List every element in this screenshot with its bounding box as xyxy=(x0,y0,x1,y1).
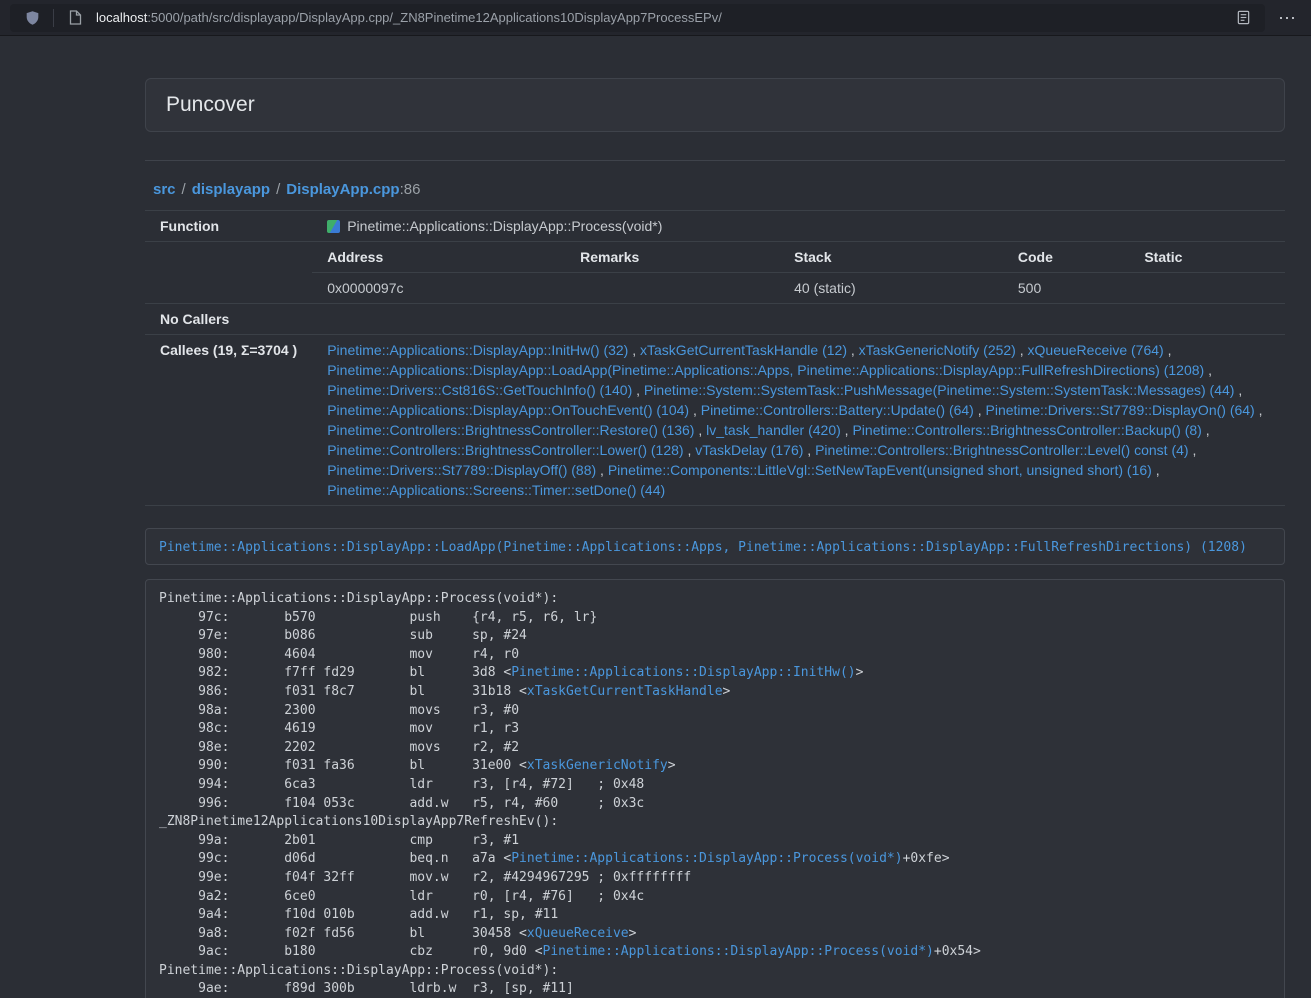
callees-cell: Pinetime::Applications::DisplayApp::Init… xyxy=(312,335,1285,506)
callee-link[interactable]: Pinetime::System::SystemTask::PushMessag… xyxy=(644,382,1235,398)
column-address: Address xyxy=(312,242,565,273)
callee-link[interactable]: xQueueReceive (764) xyxy=(1028,342,1164,358)
callee-link[interactable]: Pinetime::Components::LittleVgl::SetNewT… xyxy=(608,462,1152,478)
code-symbol-link[interactable]: Pinetime::Applications::DisplayApp::Init… xyxy=(511,665,855,680)
function-table: Function Pinetime::Applications::Display… xyxy=(145,210,1285,506)
no-callers-label: No Callers xyxy=(145,304,312,335)
callee-link[interactable]: Pinetime::Applications::DisplayApp::Init… xyxy=(327,342,628,358)
callees-row: Callees (19, Σ=3704 ) Pinetime::Applicat… xyxy=(145,335,1285,506)
callee-link[interactable]: Pinetime::Applications::DisplayApp::Load… xyxy=(327,362,1204,378)
callee-link[interactable]: Pinetime::Drivers::St7789::DisplayOff() … xyxy=(327,462,596,478)
details-row-label xyxy=(145,242,312,304)
no-callers-row: No Callers xyxy=(145,304,1285,335)
breadcrumb-separator: / xyxy=(182,181,186,198)
code-symbol-link[interactable]: xTaskGenericNotify xyxy=(527,758,668,773)
code-symbol-link[interactable]: Pinetime::Applications::DisplayApp::Proc… xyxy=(511,851,902,866)
url-host: localhost xyxy=(96,10,147,25)
column-stack: Stack xyxy=(779,242,1003,273)
app-header: Puncover xyxy=(145,78,1285,132)
cell-remarks xyxy=(565,273,779,304)
breadcrumb-link-file[interactable]: DisplayApp.cpp xyxy=(286,181,399,198)
code-symbol-link[interactable]: Pinetime::Applications::DisplayApp::Proc… xyxy=(543,944,934,959)
column-remarks: Remarks xyxy=(565,242,779,273)
cell-stack: 40 (static) xyxy=(779,273,1003,304)
callee-link[interactable]: Pinetime::Drivers::Cst816S::GetTouchInfo… xyxy=(327,382,632,398)
callee-link[interactable]: Pinetime::Applications::DisplayApp::OnTo… xyxy=(327,402,689,418)
cell-static xyxy=(1129,273,1285,304)
toolbar-divider xyxy=(53,9,54,27)
page-title: Puncover xyxy=(166,93,1264,117)
code-symbol-link[interactable]: xQueueReceive xyxy=(527,926,629,941)
cell-address: 0x0000097c xyxy=(312,273,565,304)
callee-link[interactable]: Pinetime::Controllers::BrightnessControl… xyxy=(327,422,694,438)
breadcrumb-separator: / xyxy=(276,181,280,198)
callee-link[interactable]: xTaskGetCurrentTaskHandle (12) xyxy=(640,342,847,358)
address-table-row: 0x0000097c 40 (static) 500 xyxy=(312,273,1285,304)
callee-link[interactable]: Pinetime::Drivers::St7789::DisplayOn() (… xyxy=(986,402,1255,418)
symbol-type-icon xyxy=(327,220,340,233)
callee-link[interactable]: vTaskDelay (176) xyxy=(695,442,803,458)
callee-link[interactable]: xTaskGenericNotify (252) xyxy=(859,342,1016,358)
column-static: Static xyxy=(1129,242,1285,273)
breadcrumb-link-displayapp[interactable]: displayapp xyxy=(192,181,270,198)
shield-icon[interactable] xyxy=(20,6,44,30)
disassembly-pre: Pinetime::Applications::DisplayApp::Proc… xyxy=(145,579,1285,998)
highlight-box: Pinetime::Applications::DisplayApp::Load… xyxy=(145,528,1285,565)
more-menu-icon[interactable]: ⋯ xyxy=(1273,9,1301,27)
cell-code: 500 xyxy=(1003,273,1129,304)
column-code: Code xyxy=(1003,242,1129,273)
address-table: Address Remarks Stack Code Static 0x0000… xyxy=(312,242,1285,303)
breadcrumb-link-src[interactable]: src xyxy=(153,181,176,198)
details-cell: Address Remarks Stack Code Static 0x0000… xyxy=(312,242,1285,304)
function-row: Function Pinetime::Applications::Display… xyxy=(145,211,1285,242)
address-table-header: Address Remarks Stack Code Static xyxy=(312,242,1285,273)
browser-toolbar: localhost:5000/path/src/displayapp/Displ… xyxy=(0,0,1311,36)
code-symbol-link[interactable]: xTaskGetCurrentTaskHandle xyxy=(527,684,723,699)
address-bar[interactable]: localhost:5000/path/src/displayapp/Displ… xyxy=(10,4,1265,32)
breadcrumb: src / displayapp / DisplayApp.cpp:86 xyxy=(145,181,1285,198)
callee-link[interactable]: Pinetime::Applications::Screens::Timer::… xyxy=(327,482,665,498)
page-icon xyxy=(63,6,87,30)
main-content: Puncover src / displayapp / DisplayApp.cpp:8… xyxy=(145,78,1285,998)
url-text[interactable]: localhost:5000/path/src/displayapp/Displ… xyxy=(96,10,1222,25)
callee-link[interactable]: lv_task_handler (420) xyxy=(706,422,841,438)
callee-link[interactable]: Pinetime::Controllers::BrightnessControl… xyxy=(852,422,1201,438)
callee-link[interactable]: Pinetime::Controllers::Battery::Update()… xyxy=(701,402,974,418)
breadcrumb-line-number: :86 xyxy=(400,181,421,198)
callees-label: Callees (19, Σ=3704 ) xyxy=(145,335,312,506)
no-callers-cell xyxy=(312,304,1285,335)
details-row: Address Remarks Stack Code Static 0x0000… xyxy=(145,242,1285,304)
callee-link[interactable]: Pinetime::Controllers::BrightnessControl… xyxy=(815,442,1188,458)
callee-link[interactable]: Pinetime::Controllers::BrightnessControl… xyxy=(327,442,683,458)
highlighted-symbol-link[interactable]: Pinetime::Applications::DisplayApp::Load… xyxy=(159,540,1247,555)
function-symbol: Pinetime::Applications::DisplayApp::Proc… xyxy=(347,218,662,234)
reader-view-icon[interactable] xyxy=(1231,6,1255,30)
function-symbol-cell: Pinetime::Applications::DisplayApp::Proc… xyxy=(312,211,1285,242)
function-row-label: Function xyxy=(145,211,312,242)
url-path: :5000/path/src/displayapp/DisplayApp.cpp… xyxy=(147,10,722,25)
header-divider xyxy=(145,160,1285,161)
